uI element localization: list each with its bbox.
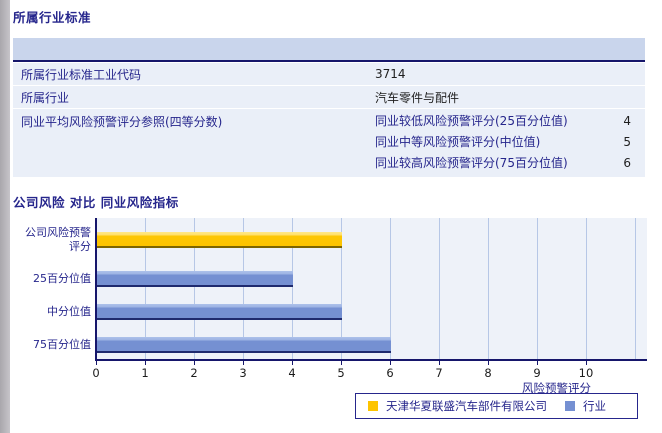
gridline	[635, 218, 636, 359]
bar-公司风险预警评分	[97, 232, 342, 248]
tick-mark	[96, 361, 97, 365]
tick-mark	[537, 361, 538, 365]
tick-mark	[194, 361, 195, 365]
report-page: 所属行业标准 所属行业标准工业代码 3714 所属行业 汽车零件与配件 同业平均…	[0, 0, 662, 433]
gridline	[537, 218, 538, 359]
table-row: 所属行业 汽车零件与配件	[13, 86, 645, 108]
gridline	[439, 218, 440, 359]
legend-company-label: 天津华夏联盛汽车部件有限公司	[386, 399, 547, 413]
industry-label: 所属行业	[21, 90, 70, 105]
bar-中分位值	[97, 304, 342, 320]
industry-swatch-icon	[565, 401, 575, 411]
tick-label: 4	[288, 366, 296, 380]
peer-low-label: 同业较低风险预警评分(25百分位值)	[375, 114, 568, 128]
peer-average-items: 同业较低风险预警评分(25百分位值) 4 同业中等风险预警评分(中位值) 5 同…	[375, 109, 645, 177]
category-label: 中分位值	[47, 305, 91, 318]
table-subrow: 同业较低风险预警评分(25百分位值) 4	[375, 110, 645, 131]
peer-high-label: 同业较高风险预警评分(75百分位值)	[375, 156, 568, 170]
industry-standard-table: 所属行业标准工业代码 3714 所属行业 汽车零件与配件 同业平均风险预警评分参…	[13, 38, 645, 177]
tick-label: 0	[92, 366, 100, 380]
tick-label: 9	[533, 366, 541, 380]
tick-mark	[488, 361, 489, 365]
tick-mark	[292, 361, 293, 365]
section-title-industry-standard: 所属行业标准	[13, 10, 92, 25]
peer-high-value: 6	[623, 155, 631, 170]
table-row: 所属行业标准工业代码 3714	[13, 63, 645, 85]
table-subrow: 同业较高风险预警评分(75百分位值) 6	[375, 152, 645, 173]
tick-label: 5	[337, 366, 345, 380]
tick-label: 3	[239, 366, 247, 380]
bar-75百分位值	[97, 337, 391, 353]
gridline	[586, 218, 587, 359]
tick-mark	[390, 361, 391, 365]
peer-median-value: 5	[623, 134, 631, 149]
tick-label: 6	[386, 366, 394, 380]
category-label: 75百分位值	[33, 338, 91, 351]
table-header-band	[13, 38, 645, 62]
peer-low-value: 4	[623, 113, 631, 128]
risk-comparison-bar-chart: 公司风险预警 评分 25百分位值 中分位值 75百分位值 0 1 2 3 4 5 6 7 8 9 10 风险…	[0, 218, 662, 395]
tick-mark	[586, 361, 587, 365]
tick-mark	[243, 361, 244, 365]
table-subrow: 同业中等风险预警评分(中位值) 5	[375, 131, 645, 152]
tick-label: 2	[190, 366, 198, 380]
peer-average-label: 同业平均风险预警评分参照(四等分数)	[21, 115, 223, 129]
bar-25百分位值	[97, 271, 293, 287]
chart-plot-area	[97, 218, 647, 359]
legend-industry-label: 行业	[583, 399, 606, 413]
table-group-row: 同业平均风险预警评分参照(四等分数) 同业较低风险预警评分(25百分位值) 4 …	[13, 109, 645, 177]
chart-y-axis-line	[95, 218, 97, 361]
tick-mark	[439, 361, 440, 365]
tick-label: 1	[141, 366, 149, 380]
company-swatch-icon	[368, 401, 378, 411]
tick-label: 10	[578, 366, 594, 380]
gridline	[488, 218, 489, 359]
chart-legend: 天津华夏联盛汽车部件有限公司 行业	[355, 393, 638, 419]
tick-label: 8	[484, 366, 492, 380]
industry-value: 汽车零件与配件	[375, 90, 460, 105]
sic-code-value: 3714	[375, 67, 406, 81]
sic-code-label: 所属行业标准工业代码	[21, 67, 142, 82]
tick-mark	[145, 361, 146, 365]
chart-x-axis-line	[95, 359, 647, 361]
tick-label: 7	[435, 366, 443, 380]
peer-median-label: 同业中等风险预警评分(中位值)	[375, 135, 541, 149]
category-label: 25百分位值	[33, 272, 91, 285]
section-title-risk-comparison: 公司风险 对比 同业风险指标	[13, 195, 179, 210]
tick-mark	[341, 361, 342, 365]
category-label: 公司风险预警 评分	[25, 226, 91, 253]
